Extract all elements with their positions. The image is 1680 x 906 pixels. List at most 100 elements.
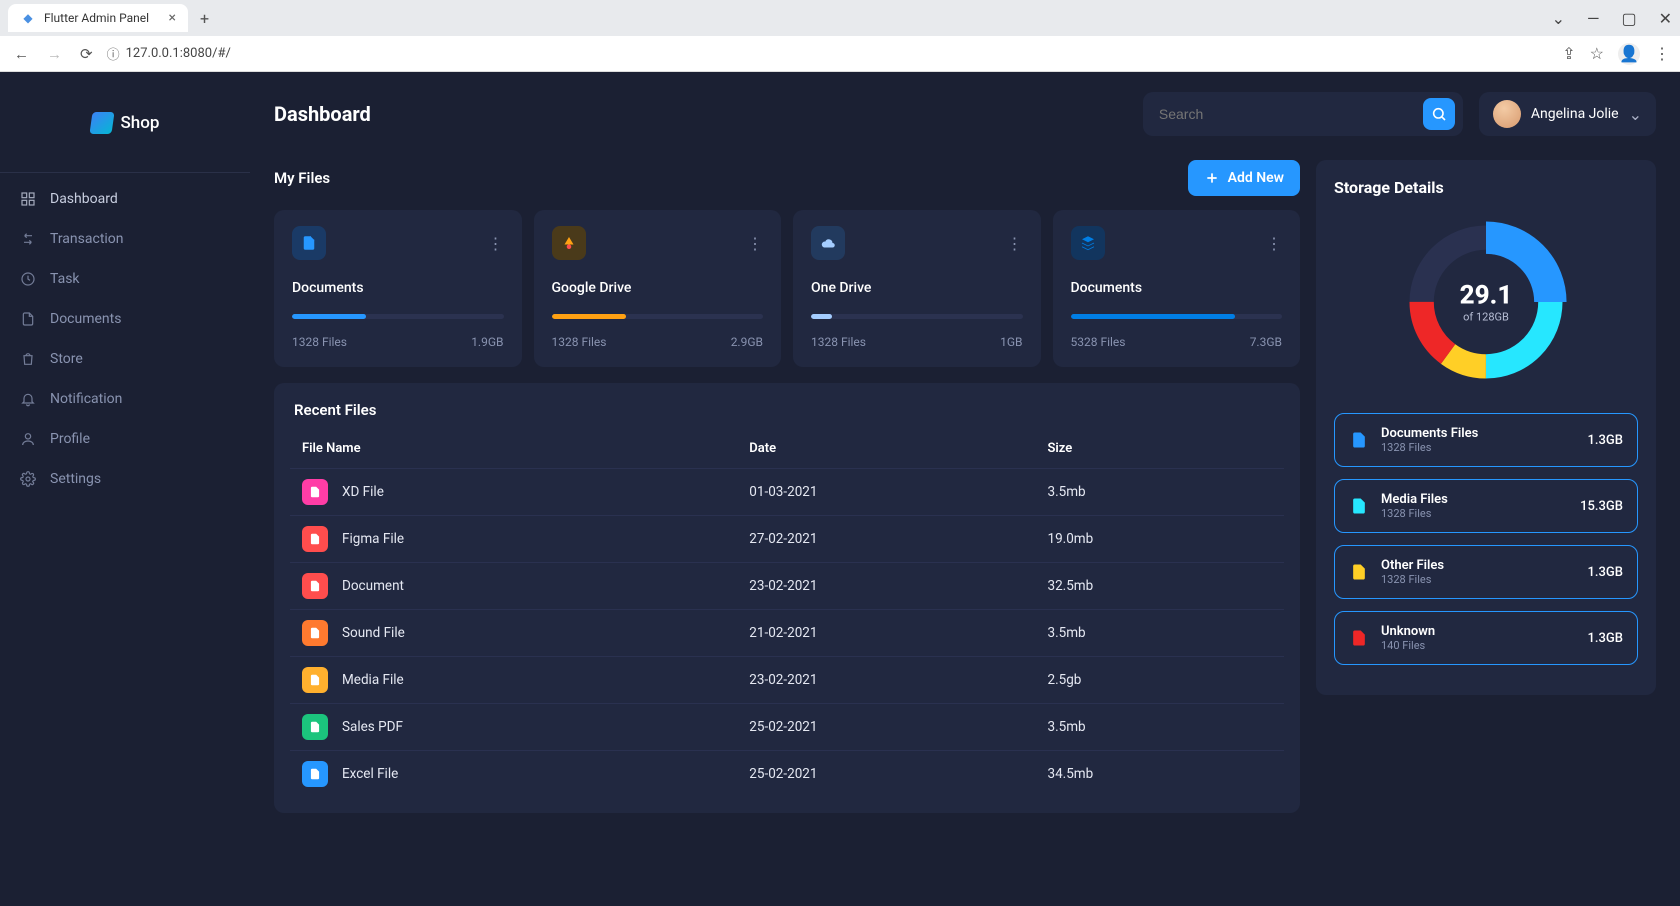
browser-tab[interactable]: ◆ Flutter Admin Panel × (8, 4, 188, 32)
card-size: 2.9GB (731, 335, 763, 349)
sidebar-item-profile[interactable]: Profile (0, 419, 250, 459)
kebab-menu-icon[interactable]: ⋮ (488, 234, 504, 253)
progress-bar (811, 314, 1023, 319)
storage-item[interactable]: Unknown 140 Files 1.3GB (1334, 611, 1638, 665)
file-size: 32.5mb (1035, 563, 1284, 610)
user-menu[interactable]: Angelina Jolie ⌄ (1479, 92, 1656, 136)
storage-total-label: of 128GB (1460, 311, 1513, 324)
sidebar-item-settings[interactable]: Settings (0, 459, 250, 499)
chevron-down-icon[interactable]: ⌄ (1552, 9, 1565, 28)
close-tab-icon[interactable]: × (169, 10, 176, 26)
sidebar-item-task[interactable]: Task (0, 259, 250, 299)
close-window-icon[interactable]: ✕ (1659, 9, 1672, 28)
divider (0, 172, 250, 173)
new-tab-button[interactable]: + (196, 5, 213, 32)
maximize-icon[interactable]: ▢ (1621, 9, 1636, 28)
file-date: 23-02-2021 (737, 657, 1035, 704)
card-title: Documents (292, 280, 504, 296)
table-row[interactable]: Media File 23-02-2021 2.5gb (290, 657, 1284, 704)
table-row[interactable]: Sound File 21-02-2021 3.5mb (290, 610, 1284, 657)
table-row[interactable]: Document 23-02-2021 32.5mb (290, 563, 1284, 610)
grid-icon (20, 191, 36, 207)
file-card[interactable]: ⋮ Documents 1328 Files 1.9GB (274, 210, 522, 367)
sidebar-item-label: Documents (50, 311, 121, 327)
forward-icon[interactable]: → (43, 41, 66, 67)
folder-icon (1079, 234, 1097, 252)
topbar: Dashboard Angelina Jolie ⌄ (274, 92, 1656, 136)
file-icon (1349, 628, 1369, 648)
file-date: 27-02-2021 (737, 516, 1035, 563)
kebab-menu-icon[interactable]: ⋮ (747, 234, 763, 253)
kebab-menu-icon[interactable]: ⋮ (1266, 234, 1282, 253)
window-controls: ⌄ — ▢ ✕ (1552, 9, 1672, 28)
card-size: 7.3GB (1250, 335, 1282, 349)
site-info-icon[interactable]: ⓘ (107, 44, 120, 63)
kebab-menu-icon[interactable]: ⋮ (1007, 234, 1023, 253)
sidebar-item-notification[interactable]: Notification (0, 379, 250, 419)
file-icon (20, 311, 36, 327)
card-size: 1.9GB (471, 335, 503, 349)
table-row[interactable]: XD File 01-03-2021 3.5mb (290, 469, 1284, 516)
chevron-down-icon: ⌄ (1629, 105, 1642, 124)
swap-icon (20, 231, 36, 247)
sidebar-item-transaction[interactable]: Transaction (0, 219, 250, 259)
folder-icon (819, 234, 837, 252)
storage-item-count: 140 Files (1381, 639, 1576, 652)
file-size: 19.0mb (1035, 516, 1284, 563)
bookmark-icon[interactable]: ☆ (1590, 44, 1604, 63)
add-new-button[interactable]: Add New (1188, 160, 1300, 196)
brand-name: Shop (121, 113, 160, 133)
storage-item-name: Other Files (1381, 558, 1576, 573)
avatar (1493, 100, 1521, 128)
storage-item[interactable]: Media Files 1328 Files 15.3GB (1334, 479, 1638, 533)
table-row[interactable]: Excel File 25-02-2021 34.5mb (290, 751, 1284, 798)
file-date: 01-03-2021 (737, 469, 1035, 516)
minimize-icon[interactable]: — (1587, 9, 1600, 28)
profile-icon[interactable]: 👤 (1618, 43, 1640, 65)
file-card[interactable]: ⋮ One Drive 1328 Files 1GB (793, 210, 1041, 367)
storage-used-value: 29.1 (1460, 281, 1513, 311)
storage-item-size: 1.3GB (1588, 565, 1623, 580)
bell-icon (20, 391, 36, 407)
sidebar: Shop Dashboard TransactionTask Documents St… (0, 72, 250, 906)
storage-item-size: 1.3GB (1588, 433, 1623, 448)
folder-icon (560, 234, 578, 252)
file-icon (308, 673, 322, 687)
col-size: Size (1035, 433, 1284, 469)
file-card[interactable]: ⋮ Google Drive 1328 Files 2.9GB (534, 210, 782, 367)
storage-donut-chart: 29.1 of 128GB (1401, 217, 1571, 387)
card-size: 1GB (1000, 335, 1022, 349)
sidebar-item-label: Notification (50, 391, 122, 407)
card-files-count: 1328 Files (292, 335, 347, 349)
storage-item[interactable]: Documents Files 1328 Files 1.3GB (1334, 413, 1638, 467)
storage-title: Storage Details (1334, 178, 1638, 197)
search-input[interactable] (1159, 106, 1423, 122)
storage-item[interactable]: Other Files 1328 Files 1.3GB (1334, 545, 1638, 599)
storage-item-count: 1328 Files (1381, 573, 1576, 586)
url-input[interactable]: ⓘ 127.0.0.1:8080/#/ (107, 44, 1553, 63)
add-new-label: Add New (1228, 170, 1284, 186)
file-icon (308, 720, 322, 734)
brand-logo[interactable]: Shop (0, 72, 250, 164)
folder-icon (300, 234, 318, 252)
kebab-menu-icon[interactable]: ⋮ (1654, 44, 1670, 63)
card-files-count: 1328 Files (552, 335, 607, 349)
search-button[interactable] (1423, 98, 1455, 130)
recent-files-table: File Name Date Size XD File 01-03-2021 3… (290, 433, 1284, 797)
table-row[interactable]: Sales PDF 25-02-2021 3.5mb (290, 704, 1284, 751)
reload-icon[interactable]: ⟳ (76, 41, 97, 67)
search-icon (1431, 106, 1447, 122)
share-icon[interactable]: ⇪ (1562, 44, 1575, 63)
sidebar-item-label: Dashboard (50, 191, 118, 207)
sidebar-item-store[interactable]: Store (0, 339, 250, 379)
file-card[interactable]: ⋮ Documents 5328 Files 7.3GB (1053, 210, 1301, 367)
browser-address-bar: ← → ⟳ ⓘ 127.0.0.1:8080/#/ ⇪ ☆ 👤 ⋮ (0, 36, 1680, 72)
back-icon[interactable]: ← (10, 41, 33, 67)
table-row[interactable]: Figma File 27-02-2021 19.0mb (290, 516, 1284, 563)
recent-title: Recent Files (290, 401, 1284, 419)
sidebar-item-documents[interactable]: Documents (0, 299, 250, 339)
sidebar-item-dashboard[interactable]: Dashboard (0, 179, 250, 219)
storage-panel: Storage Details 29.1 of 128GB Documents … (1316, 160, 1656, 695)
file-size: 3.5mb (1035, 704, 1284, 751)
user-icon (20, 431, 36, 447)
